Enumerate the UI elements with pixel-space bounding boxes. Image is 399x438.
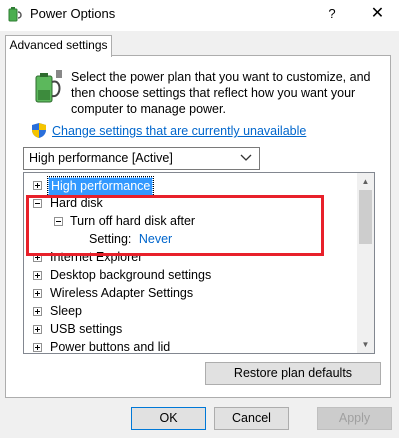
tree-item-label: Desktop background settings <box>50 268 212 282</box>
tree-scrollbar[interactable]: ▲ ▼ <box>357 173 374 353</box>
window-title: Power Options <box>30 6 116 21</box>
expand-icon[interactable] <box>33 343 42 352</box>
restore-defaults-button[interactable]: Restore plan defaults <box>205 362 381 385</box>
description-text: Select the power plan that you want to c… <box>71 70 371 116</box>
help-button[interactable]: ? <box>320 2 344 26</box>
tree-item-label: High performance <box>46 176 155 197</box>
tree-item-label: Wireless Adapter Settings <box>50 286 194 300</box>
power-plan-icon <box>35 70 62 103</box>
change-settings-link[interactable]: Change settings that are currently unava… <box>52 124 306 138</box>
highlight-annotation-box <box>26 195 324 256</box>
close-button[interactable]: ✕ <box>356 0 399 27</box>
tree-item-label: USB settings <box>50 322 123 336</box>
apply-button[interactable]: Apply <box>317 407 392 430</box>
expand-icon[interactable] <box>33 271 42 280</box>
tab-label: Advanced settings <box>9 38 108 52</box>
tree-item-label: Sleep <box>50 304 82 318</box>
expand-icon[interactable] <box>33 181 42 190</box>
expand-icon[interactable] <box>33 325 42 334</box>
expand-icon[interactable] <box>33 289 42 298</box>
expand-icon[interactable] <box>33 307 42 316</box>
chevron-down-icon <box>240 154 252 161</box>
scrollbar-thumb[interactable] <box>359 190 372 244</box>
power-plan-select-value: High performance [Active] <box>29 151 173 165</box>
tab-advanced-settings[interactable]: Advanced settings <box>5 35 112 57</box>
power-options-icon <box>8 7 22 22</box>
scroll-down-icon[interactable]: ▼ <box>357 336 374 353</box>
scroll-up-icon[interactable]: ▲ <box>357 173 374 190</box>
power-plan-select[interactable]: High performance [Active] <box>23 147 260 170</box>
ok-button[interactable]: OK <box>131 407 206 430</box>
uac-shield-icon <box>32 123 46 138</box>
cancel-button[interactable]: Cancel <box>214 407 289 430</box>
tree-item-label: Power buttons and lid <box>50 340 171 354</box>
